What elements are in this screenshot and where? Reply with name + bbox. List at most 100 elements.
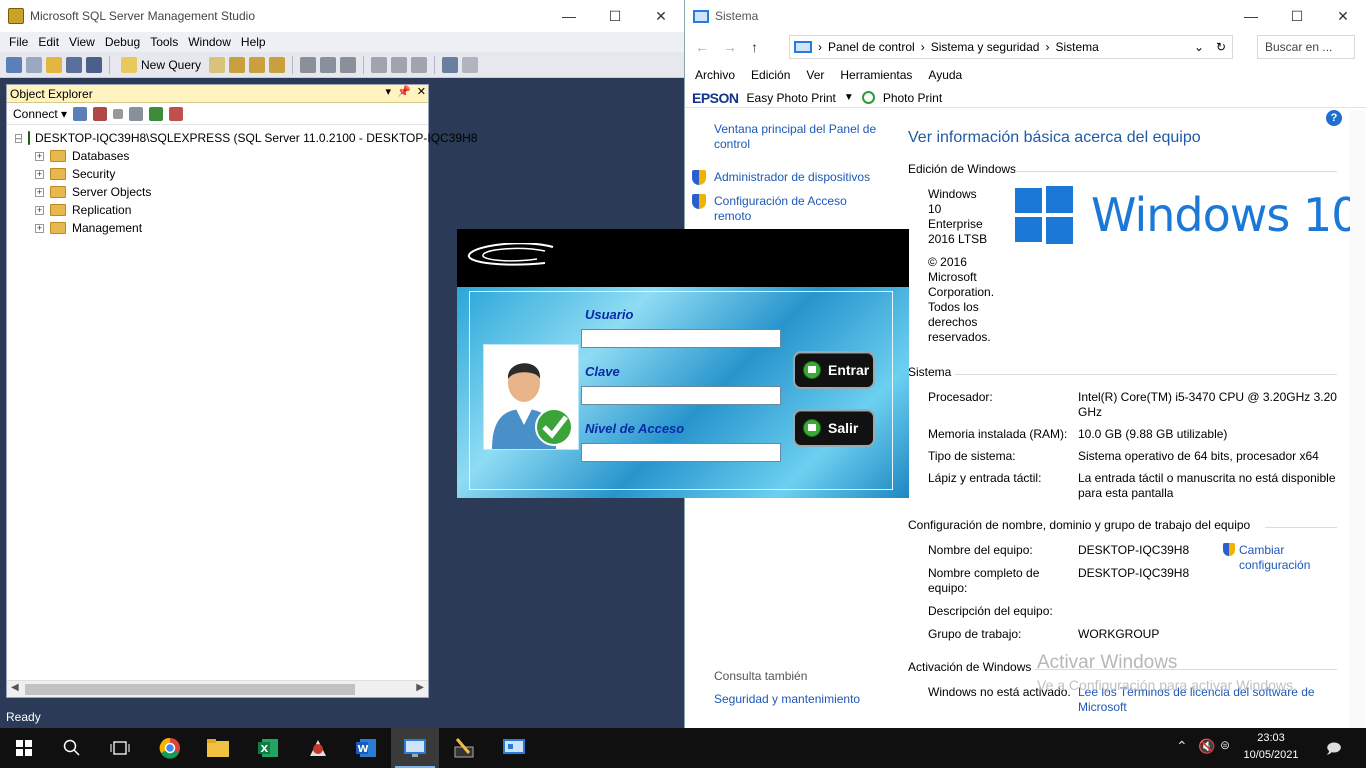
scroll-right-icon[interactable]: ▶ — [416, 682, 424, 693]
address-bar[interactable]: › Panel de control › Sistema y seguridad… — [789, 35, 1233, 59]
undo-icon[interactable] — [371, 56, 388, 73]
password-input[interactable] — [581, 386, 781, 405]
language-indicator-icon[interactable]: ⊜ — [1220, 738, 1230, 752]
collapse-toggle-icon[interactable]: – — [15, 133, 23, 143]
save-all-icon[interactable] — [86, 56, 102, 73]
vertical-scrollbar[interactable] — [1350, 110, 1366, 728]
menu-edit[interactable]: Edit — [33, 35, 64, 49]
paste-icon[interactable] — [340, 56, 357, 73]
dropdown-icon[interactable]: ▾ — [386, 85, 392, 98]
save-icon[interactable] — [66, 56, 82, 73]
new-project-icon[interactable] — [6, 56, 22, 73]
add-item-icon[interactable] — [26, 56, 42, 73]
connect-button[interactable]: Connect ▾ — [13, 107, 67, 121]
collapse-icon[interactable] — [169, 106, 184, 121]
filter-icon[interactable] — [129, 106, 144, 121]
dmx-query-icon[interactable] — [249, 56, 266, 73]
remote-access-link[interactable]: Configuración de Acceso remoto — [714, 194, 864, 224]
menu-debug[interactable]: Debug — [100, 35, 145, 49]
chrome-taskbar-item[interactable] — [146, 728, 194, 768]
volume-muted-icon[interactable]: 🔇 — [1198, 738, 1215, 755]
cut-icon[interactable] — [300, 56, 317, 73]
redo-icon[interactable] — [391, 56, 408, 73]
new-query-button[interactable]: New Query — [117, 56, 205, 73]
close-button[interactable]: ✕ — [638, 0, 684, 32]
access-level-input[interactable] — [581, 443, 781, 462]
user-input[interactable] — [581, 329, 781, 348]
exit-button[interactable]: Salir — [793, 409, 875, 447]
change-settings-link[interactable]: Cambiar configuración — [1239, 543, 1329, 573]
horizontal-scrollbar[interactable]: ◀ ▶ — [7, 680, 428, 697]
tree-node-databases[interactable]: + Databases — [7, 147, 428, 165]
disconnect-icon[interactable] — [93, 106, 108, 121]
maximize-button[interactable]: ☐ — [1274, 0, 1320, 32]
menu-herramientas[interactable]: Herramientas — [840, 68, 912, 86]
expand-toggle-icon[interactable]: + — [35, 223, 44, 233]
scroll-left-icon[interactable]: ◀ — [11, 682, 19, 693]
close-icon[interactable]: ✕ — [417, 85, 426, 98]
word-taskbar-item[interactable]: W — [342, 728, 390, 768]
pin-icon[interactable]: 📌 — [397, 85, 411, 98]
back-arrow-icon[interactable]: ← — [695, 39, 709, 55]
refresh-icon[interactable]: ↻ — [1216, 40, 1226, 54]
connect-icon[interactable] — [73, 106, 88, 121]
copy-icon[interactable] — [320, 56, 337, 73]
forward-arrow-icon[interactable]: → — [723, 39, 737, 55]
task-view-button[interactable] — [96, 728, 144, 768]
breadcrumb-control-panel[interactable]: Panel de control — [828, 40, 915, 54]
expand-toggle-icon[interactable]: + — [35, 151, 44, 161]
menu-archivo[interactable]: Archivo — [695, 68, 735, 86]
minimize-button[interactable]: — — [1228, 0, 1274, 32]
dropdown-icon[interactable]: ▼ — [844, 92, 854, 103]
excel-taskbar-item[interactable]: X — [244, 728, 292, 768]
menu-ayuda[interactable]: Ayuda — [928, 68, 962, 86]
tree-node-management[interactable]: + Management — [7, 219, 428, 237]
menu-view[interactable]: View — [64, 35, 100, 49]
start-button[interactable] — [0, 728, 48, 768]
menu-help[interactable]: Help — [236, 35, 271, 49]
breadcrumb-security[interactable]: Sistema y seguridad — [931, 40, 1040, 54]
stop-icon[interactable] — [113, 108, 124, 119]
menu-ver[interactable]: Ver — [806, 68, 824, 86]
activity-monitor-icon[interactable] — [442, 56, 459, 73]
device-manager-link[interactable]: Administrador de dispositivos — [714, 170, 884, 185]
mdx-query-icon[interactable] — [229, 56, 246, 73]
tree-node-security[interactable]: + Security — [7, 165, 428, 183]
xmla-query-icon[interactable] — [269, 56, 286, 73]
up-arrow-icon[interactable]: ↑ — [751, 39, 758, 55]
maximize-button[interactable]: ☐ — [592, 0, 638, 32]
tree-node-server-objects[interactable]: + Server Objects — [7, 183, 428, 201]
control-panel-home-link[interactable]: Ventana principal del Panel de control — [714, 122, 884, 152]
minimize-button[interactable]: — — [546, 0, 592, 32]
expand-toggle-icon[interactable]: + — [35, 205, 44, 215]
open-folder-icon[interactable] — [46, 56, 62, 73]
scrollbar-thumb[interactable] — [25, 684, 355, 695]
search-input[interactable]: Buscar en ... — [1257, 35, 1355, 59]
photo-print-button[interactable]: Photo Print — [883, 91, 942, 105]
menu-tools[interactable]: Tools — [145, 35, 183, 49]
tree-node-replication[interactable]: + Replication — [7, 201, 428, 219]
enter-button[interactable]: Entrar — [793, 351, 875, 389]
system-taskbar-item[interactable] — [490, 728, 538, 768]
start-icon[interactable] — [462, 56, 479, 73]
tools-taskbar-item[interactable] — [440, 728, 488, 768]
file-explorer-taskbar-item[interactable] — [194, 728, 242, 768]
chevron-up-icon[interactable]: ⌃ — [1176, 738, 1188, 755]
close-button[interactable]: ✕ — [1320, 0, 1366, 32]
security-maintenance-link[interactable]: Seguridad y mantenimiento — [714, 692, 860, 707]
refresh-icon[interactable] — [149, 106, 164, 121]
menu-edicion[interactable]: Edición — [751, 68, 790, 86]
expand-toggle-icon[interactable]: + — [35, 169, 44, 179]
help-icon[interactable]: ? — [1326, 110, 1342, 126]
notifications-icon[interactable]: 🗩 — [1326, 738, 1342, 762]
database-query-icon[interactable] — [209, 56, 226, 73]
search-button[interactable] — [48, 728, 96, 768]
ssms-taskbar-item[interactable] — [294, 728, 342, 768]
easy-photo-print-button[interactable]: Easy Photo Print — [747, 91, 836, 105]
navigate-icon[interactable] — [411, 56, 428, 73]
menu-file[interactable]: File — [4, 35, 33, 49]
menu-window[interactable]: Window — [183, 35, 236, 49]
chevron-down-icon[interactable]: ⌄ — [1194, 40, 1204, 54]
breadcrumb-system[interactable]: Sistema — [1055, 40, 1098, 54]
expand-toggle-icon[interactable]: + — [35, 187, 44, 197]
